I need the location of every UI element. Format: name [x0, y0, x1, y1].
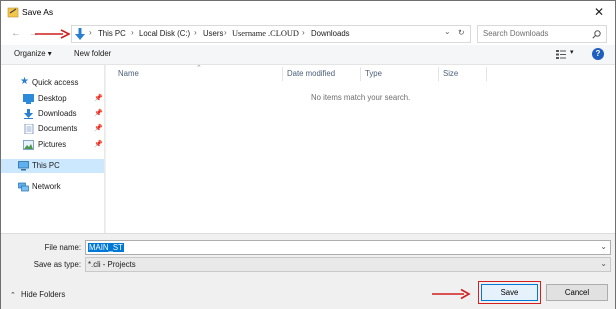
annotation-arrow-icon [432, 288, 471, 300]
column-divider [282, 67, 283, 81]
filename-input[interactable]: MAIN_ST ⌄ [85, 240, 611, 255]
window-title: Save As [22, 7, 54, 17]
new-folder-button[interactable]: New folder [74, 49, 111, 58]
breadcrumb-this-pc[interactable]: This PC [98, 29, 126, 38]
view-options-icon[interactable] [556, 50, 566, 59]
hide-folders-button[interactable]: ⌃ Hide Folders [10, 290, 65, 299]
column-header-name[interactable]: Name [118, 69, 139, 78]
nav-item-downloads[interactable]: Downloads 📌 [1, 107, 104, 121]
column-divider [486, 67, 487, 81]
hide-folders-label: Hide Folders [21, 290, 66, 299]
nav-item-pictures[interactable]: Pictures 📌 [1, 138, 104, 152]
download-arrow-icon [24, 109, 33, 119]
back-arrow-icon[interactable]: ← [9, 26, 23, 42]
breadcrumb-separator: › [89, 28, 92, 37]
breadcrumb-users[interactable]: Users [203, 29, 223, 38]
command-bar: Organize ▾ New folder ▾ ? [1, 45, 615, 65]
nav-item-label: Desktop [38, 94, 67, 103]
pin-icon: 📌 [94, 141, 103, 148]
address-bar[interactable]: › This PC › Local Disk (C:) › Users › Us… [71, 25, 471, 43]
file-list: Name ⌃ Date modified Type Size No items … [106, 65, 615, 233]
network-icon [18, 182, 29, 192]
nav-item-documents[interactable]: Documents 📌 [1, 122, 104, 136]
nav-item-quick-access[interactable]: ★ Quick access [1, 76, 104, 90]
computer-icon [18, 161, 29, 171]
nav-item-label: Network [32, 182, 61, 191]
nav-item-network[interactable]: Network [1, 180, 104, 194]
save-as-type-value: *.cli - Projects [88, 260, 136, 269]
star-icon: ★ [20, 76, 29, 87]
title-bar: Save As ✕ [1, 1, 615, 23]
filename-label: File name: [44, 243, 81, 252]
chevron-up-icon: ⌃ [10, 292, 16, 299]
view-dropdown-icon[interactable]: ▾ [570, 48, 574, 56]
save-button[interactable]: Save [481, 284, 538, 301]
save-as-type-label: Save as type: [33, 260, 81, 269]
download-arrow-icon [75, 28, 85, 40]
column-header-date-modified[interactable]: Date modified [287, 69, 335, 78]
save-as-type-select[interactable]: *.cli - Projects ⌄ [85, 257, 611, 272]
breadcrumb-separator: › [131, 28, 134, 37]
breadcrumb-separator: › [224, 28, 227, 37]
search-input[interactable]: Search Downloads [477, 25, 607, 43]
nav-item-label: This PC [32, 161, 60, 170]
filename-value: MAIN_ST [88, 243, 124, 252]
breadcrumb-separator: › [302, 28, 305, 37]
pin-icon: 📌 [94, 110, 103, 117]
pictures-icon [23, 140, 34, 150]
nav-item-desktop[interactable]: Desktop 📌 [1, 92, 104, 106]
column-divider [360, 67, 361, 81]
nav-item-label: Downloads [38, 109, 77, 118]
nav-item-this-pc[interactable]: This PC [1, 159, 104, 173]
save-form: File name: MAIN_ST ⌄ Save as type: *.cli… [1, 233, 615, 309]
help-icon[interactable]: ? [592, 48, 604, 60]
address-dropdown-icon[interactable]: ⌄ [444, 27, 451, 36]
empty-list-message: No items match your search. [311, 93, 411, 102]
search-icon [592, 30, 601, 39]
breadcrumb-username[interactable]: Username .CLOUD [232, 29, 299, 38]
search-placeholder: Search Downloads [483, 29, 549, 38]
column-divider [438, 67, 439, 81]
sort-ascending-icon: ⌃ [196, 65, 202, 72]
pin-icon: 📌 [94, 95, 103, 102]
close-button[interactable]: ✕ [589, 3, 609, 21]
chevron-down-icon[interactable]: ⌄ [600, 242, 607, 251]
breadcrumb-local-disk[interactable]: Local Disk (C:) [139, 29, 190, 38]
pin-icon: 📌 [94, 125, 103, 132]
app-icon [7, 7, 19, 18]
organize-button[interactable]: Organize ▾ [14, 49, 52, 58]
documents-icon [24, 124, 34, 134]
cancel-button[interactable]: Cancel [546, 284, 608, 301]
nav-item-label: Documents [38, 124, 78, 133]
save-as-dialog: Save As ✕ ← → › This PC › Local Disk (C:… [0, 0, 616, 309]
navigation-pane: ★ Quick access Desktop 📌 Downloads 📌 Doc… [1, 65, 105, 233]
desktop-folder-icon [23, 94, 34, 104]
breadcrumb-downloads[interactable]: Downloads [311, 29, 350, 38]
nav-item-label: Pictures [38, 140, 67, 149]
column-header-size[interactable]: Size [443, 69, 458, 78]
column-header-type[interactable]: Type [365, 69, 382, 78]
nav-item-label: Quick access [32, 78, 79, 87]
chevron-down-icon[interactable]: ⌄ [600, 259, 607, 268]
breadcrumb-separator: › [194, 28, 197, 37]
address-row: ← → › This PC › Local Disk (C:) › Users … [1, 23, 615, 45]
refresh-icon[interactable]: ↻ [458, 28, 465, 37]
annotation-arrow-icon [35, 29, 70, 39]
